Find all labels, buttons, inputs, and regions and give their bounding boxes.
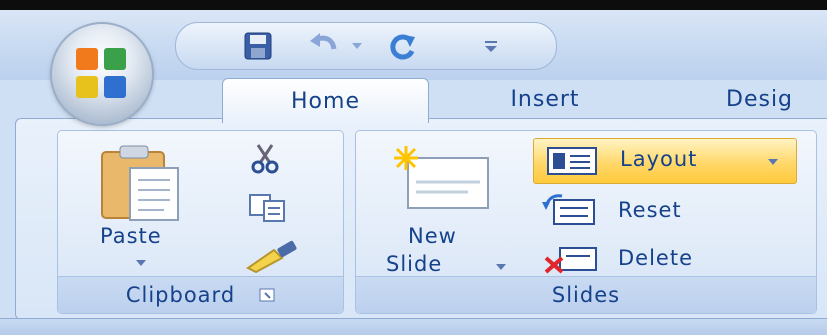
slides-label: Slides	[551, 283, 621, 307]
paste-button[interactable]: Paste	[90, 140, 200, 270]
chevron-down-icon	[768, 159, 778, 165]
customize-toolbar-button[interactable]	[476, 28, 506, 64]
layout-button[interactable]: Layout	[533, 138, 797, 184]
undo-dropdown-button[interactable]	[346, 28, 368, 64]
copy-button[interactable]	[248, 190, 298, 226]
layout-icon	[547, 147, 597, 175]
tab-design-label: Desig	[726, 86, 794, 112]
save-button[interactable]	[236, 28, 280, 64]
chevron-down-icon	[496, 264, 506, 270]
reset-icon	[542, 194, 595, 225]
undo-button[interactable]	[301, 28, 345, 64]
slides-group-label: Slides	[356, 276, 816, 313]
delete-button[interactable]: Delete	[540, 238, 760, 278]
cut-button[interactable]	[248, 140, 292, 176]
format-painter-button[interactable]	[244, 236, 310, 276]
chevron-down-icon	[352, 43, 362, 49]
format-painter-icon	[246, 240, 297, 274]
tab-insert-label: Insert	[510, 86, 580, 112]
delete-label: Delete	[618, 246, 693, 270]
clipboard-group-label: Clipboard	[58, 276, 343, 313]
new-slide-button[interactable]: New Slide	[380, 140, 520, 280]
reset-button[interactable]: Reset	[540, 190, 740, 230]
customize-icon	[485, 41, 497, 52]
tab-design[interactable]: Desig	[706, 78, 827, 120]
save-icon	[244, 32, 272, 60]
copy-icon	[249, 194, 285, 222]
new-slide-label-line1: New	[408, 224, 457, 248]
tab-home-label: Home	[291, 88, 360, 114]
cut-icon	[251, 144, 279, 174]
clipboard-label: Clipboard	[125, 283, 236, 307]
reset-label: Reset	[618, 198, 682, 222]
delete-icon	[544, 247, 597, 274]
ribbon-bottom-edge	[0, 318, 827, 335]
chevron-down-icon	[136, 260, 146, 266]
paste-label: Paste	[100, 224, 162, 248]
quick-access-toolbar	[175, 22, 557, 70]
redo-icon	[390, 34, 415, 60]
window-top-strip	[0, 0, 827, 10]
undo-icon	[310, 33, 337, 50]
redo-button[interactable]	[381, 28, 425, 64]
new-slide-label-line2: Slide	[386, 252, 443, 276]
new-slide-icon	[394, 146, 489, 209]
dialog-launcher-icon[interactable]	[259, 283, 275, 307]
paste-icon	[101, 145, 179, 221]
layout-label: Layout	[620, 147, 698, 171]
tab-insert[interactable]: Insert	[470, 78, 620, 120]
office-button[interactable]	[52, 24, 152, 124]
tab-home[interactable]: Home	[222, 78, 429, 123]
office-logo-icon	[76, 48, 128, 100]
